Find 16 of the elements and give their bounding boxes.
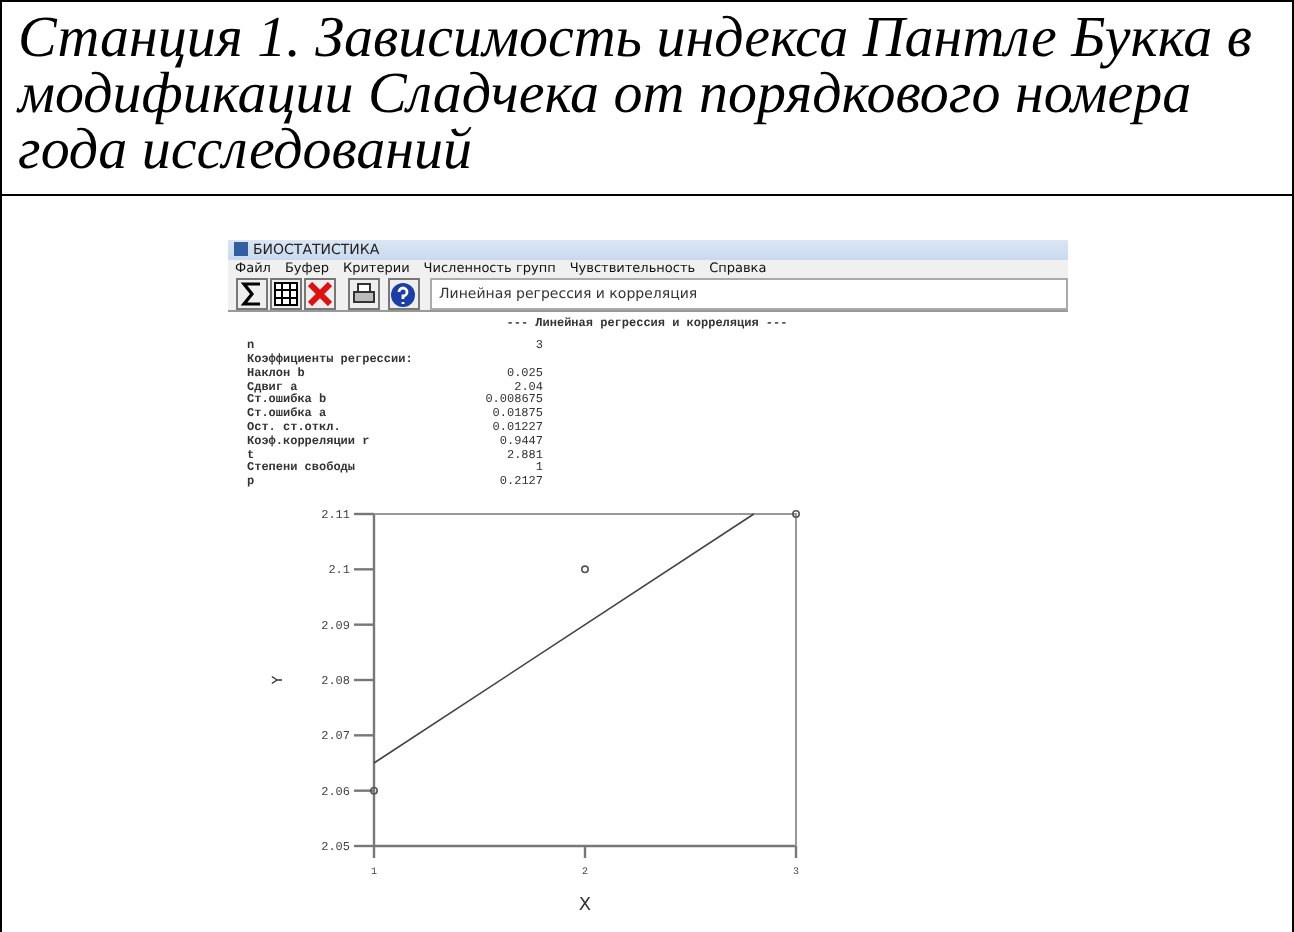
- data-point: [369, 786, 377, 795]
- table-button[interactable]: [269, 278, 301, 311]
- x-axis-label: X: [577, 895, 591, 916]
- delete-button[interactable]: [303, 278, 335, 311]
- sigma-icon: [239, 282, 263, 307]
- sum-button[interactable]: [235, 278, 267, 311]
- help-icon: [390, 281, 416, 308]
- print-button[interactable]: [347, 278, 379, 311]
- help-button[interactable]: [387, 278, 419, 311]
- cross-icon: [307, 282, 331, 307]
- data-point: [580, 565, 588, 574]
- caption: Станция 1. Зависимость индекса Пантле Букка в модификации Сладчека от порядкового номера года исследований: [18, 10, 1255, 178]
- data-point: [791, 509, 799, 518]
- printer-icon: [351, 282, 375, 307]
- grid-icon: [273, 282, 297, 307]
- app-icon: [233, 242, 247, 257]
